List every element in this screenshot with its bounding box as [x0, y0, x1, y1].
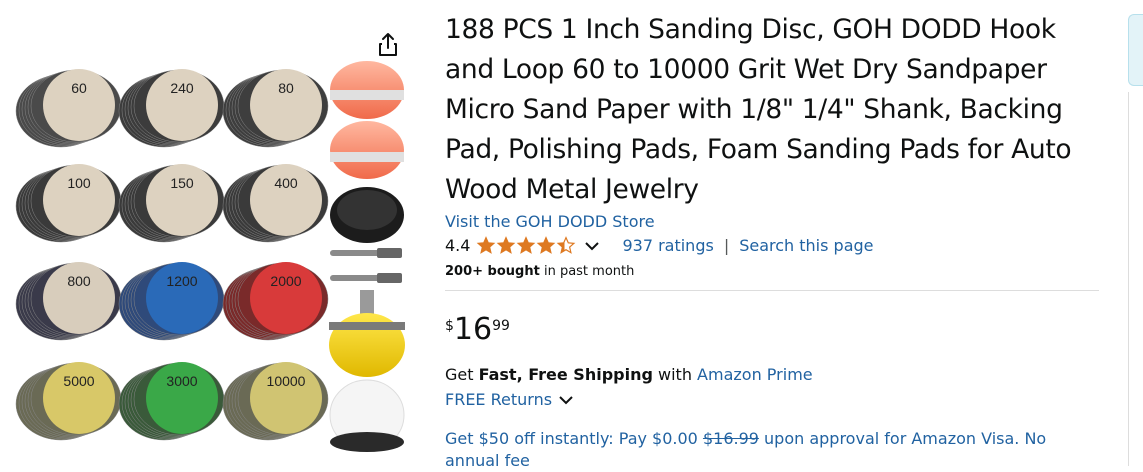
- shipping-prefix: Get: [445, 365, 479, 384]
- price-whole: 16: [453, 312, 493, 347]
- star-icon: [557, 236, 576, 254]
- shipping-bold: Fast, Free Shipping: [478, 365, 653, 384]
- promo-part1: Get $50 off instantly: Pay $0.00: [445, 429, 703, 448]
- price: $ 16 99: [445, 312, 510, 348]
- chevron-down-icon[interactable]: [584, 240, 600, 252]
- grit-label: 5000: [63, 373, 94, 389]
- share-icon[interactable]: [373, 30, 403, 60]
- price-fraction: 99: [492, 318, 510, 334]
- separator: |: [723, 236, 730, 255]
- grit-label: 3000: [166, 373, 197, 389]
- chevron-down-icon[interactable]: [557, 394, 575, 406]
- image-gallery: 60 240 80 100 150 400 800 1200 2000 5000 3000 10000: [0, 0, 430, 466]
- star-icon: [497, 236, 516, 254]
- search-page-link[interactable]: Search this page: [739, 236, 873, 255]
- side-border: [1128, 92, 1143, 466]
- visa-promo-link[interactable]: Get $50 off instantly: Pay $0.00 $16.99 …: [445, 428, 1085, 472]
- product-image[interactable]: 60 240 80 100 150 400 800 1200 2000 5000 3000 10000: [12, 60, 412, 460]
- grit-label: 10000: [267, 373, 306, 389]
- divider: [445, 290, 1099, 291]
- free-returns-link[interactable]: FREE Returns: [445, 390, 552, 409]
- ratings-count-link[interactable]: 937 ratings: [622, 236, 713, 255]
- grit-label: 2000: [270, 273, 301, 289]
- store-link[interactable]: Visit the GOH DODD Store: [445, 212, 655, 231]
- grit-label: 1200: [166, 273, 197, 289]
- grit-label: 150: [170, 175, 194, 191]
- promo-strike-price: $16.99: [702, 429, 759, 448]
- grit-label: 240: [170, 80, 194, 96]
- product-title: 188 PCS 1 Inch Sanding Disc, GOH DODD Ho…: [445, 14, 1072, 205]
- price-currency: $: [445, 318, 454, 334]
- grit-label: 80: [278, 80, 294, 96]
- rating-value: 4.4: [445, 236, 471, 255]
- star-icon: [517, 236, 536, 254]
- bought-count: 200+ bought in past month: [445, 264, 634, 279]
- grit-label: 400: [274, 175, 298, 191]
- grit-label: 100: [67, 175, 91, 191]
- grit-label: 800: [67, 273, 91, 289]
- star-icon: [477, 236, 496, 254]
- prime-link[interactable]: Amazon Prime: [697, 365, 813, 384]
- star-rating[interactable]: [476, 236, 576, 255]
- bought-bold: 200+ bought: [445, 264, 540, 279]
- returns-row[interactable]: FREE Returns: [445, 390, 575, 409]
- side-panel[interactable]: [1128, 14, 1143, 86]
- grit-label: 60: [71, 80, 87, 96]
- shipping-info: Get Fast, Free Shipping with Amazon Prim…: [445, 365, 813, 384]
- bought-rest: in past month: [539, 264, 635, 279]
- shipping-middle: with: [652, 365, 698, 384]
- star-icon: [537, 236, 556, 254]
- rating-row: 4.4 937 ratings | Search this page: [445, 236, 874, 255]
